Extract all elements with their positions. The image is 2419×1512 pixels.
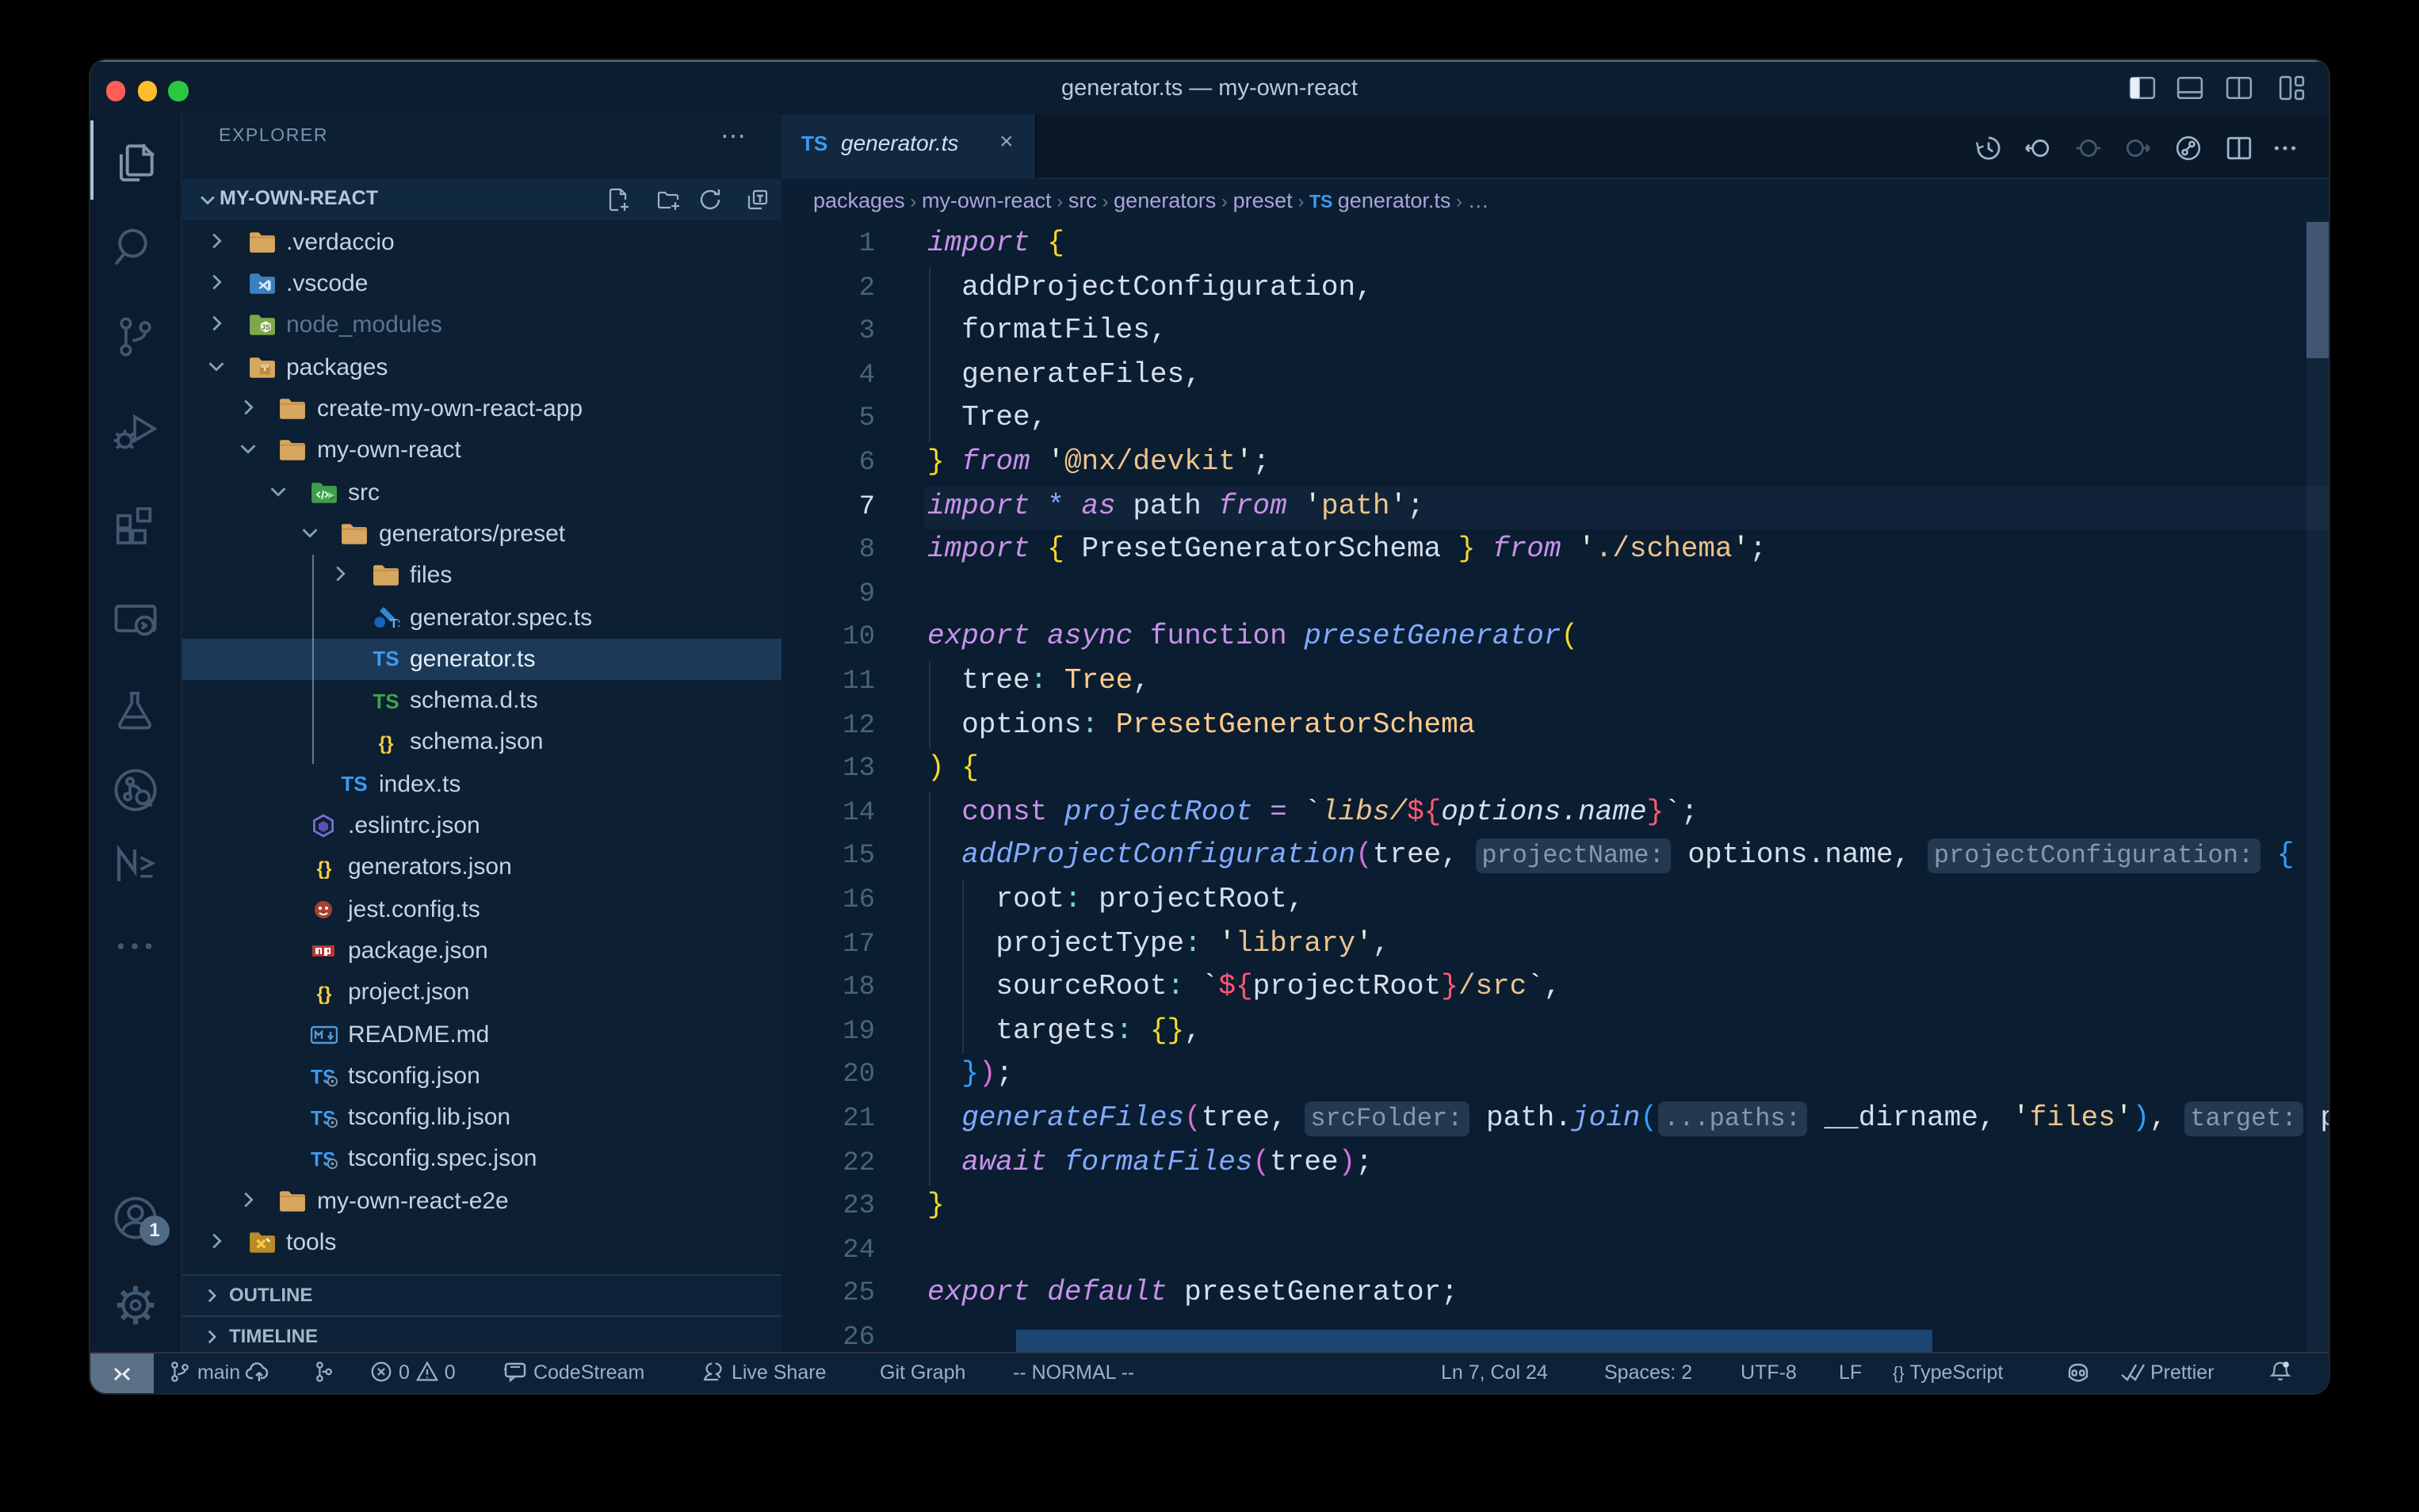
svg-text:TS: TS xyxy=(341,772,367,796)
svg-text:{}: {} xyxy=(378,733,393,754)
svg-text:{}: {} xyxy=(316,983,331,1004)
svg-text:JS: JS xyxy=(261,324,269,332)
svg-text:{}: {} xyxy=(316,858,331,880)
svg-text:TS: TS xyxy=(389,617,399,631)
svg-text:TS: TS xyxy=(372,689,398,712)
svg-text:TS: TS xyxy=(372,647,398,671)
